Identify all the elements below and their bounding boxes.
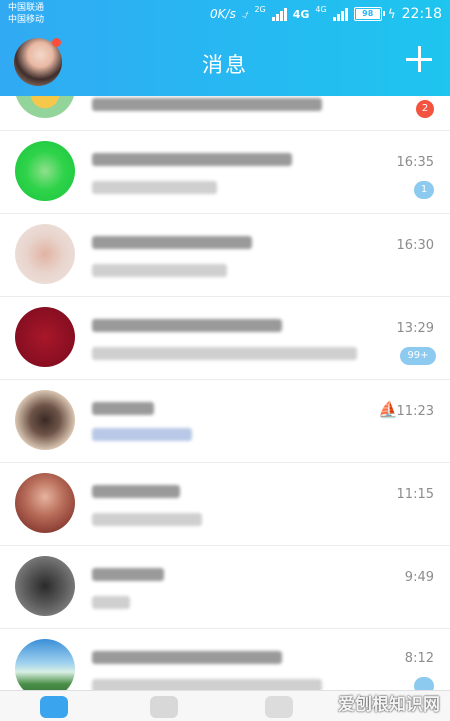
chat-list[interactable]: 2 16:35 1 16:30 13:29 99+ ⛵ 11:23 11:15 <box>0 96 450 690</box>
contact-avatar <box>15 473 75 533</box>
notification-dot <box>52 38 61 47</box>
mute-icon: ⍻ <box>241 6 249 21</box>
contact-name <box>92 568 164 581</box>
watermark: 爱刨根知识网 <box>338 695 440 715</box>
contact-name <box>92 98 322 111</box>
last-message <box>92 596 130 609</box>
sailboat-icon: ⛵ <box>378 400 398 419</box>
network-type-4g-1: 4G <box>292 7 310 21</box>
unread-badge: 1 <box>414 181 434 199</box>
message-time: 11:23 <box>396 404 434 419</box>
network-type-2g: 2G <box>254 4 266 14</box>
message-time: 9:49 <box>404 570 434 585</box>
explore-tab-icon[interactable] <box>265 696 293 718</box>
header-bar: 中国联通 中国移动 0K/s ⍻ 2G 4G 4G 98 ϟ 22:18 消息 <box>0 0 450 96</box>
message-time: 8:12 <box>404 651 434 666</box>
contact-avatar <box>15 556 75 616</box>
last-message <box>92 181 217 194</box>
chat-row[interactable]: ⛵ 11:23 <box>0 380 450 463</box>
contact-name <box>92 236 252 249</box>
last-message <box>92 264 227 277</box>
contact-name <box>92 319 282 332</box>
contact-name <box>92 485 180 498</box>
contact-avatar <box>15 96 75 118</box>
chat-row[interactable]: 2 <box>0 96 450 131</box>
last-message <box>92 347 357 360</box>
plus-icon[interactable] <box>406 46 432 72</box>
clock: 22:18 <box>401 6 442 22</box>
chat-row[interactable]: 16:30 <box>0 214 450 297</box>
chat-row[interactable]: 13:29 99+ <box>0 297 450 380</box>
message-time: 16:30 <box>396 238 434 253</box>
carrier-2-label: 中国移动 <box>8 15 45 25</box>
page-title: 消息 <box>202 53 248 77</box>
chat-row[interactable]: 16:35 1 <box>0 131 450 214</box>
last-message <box>92 679 322 690</box>
contact-avatar <box>15 639 75 690</box>
chat-row[interactable]: 8:12 <box>0 629 450 690</box>
message-tab-icon[interactable] <box>40 696 68 718</box>
battery-level: 98 <box>355 9 380 19</box>
charging-icon: ϟ <box>387 7 396 21</box>
chat-row[interactable]: 9:49 <box>0 546 450 629</box>
status-right: 0K/s ⍻ 2G 4G 4G 98 ϟ 22:18 <box>210 4 442 23</box>
battery-icon: 98 <box>353 7 385 21</box>
contact-name <box>92 402 154 415</box>
contact-avatar <box>15 224 75 284</box>
last-message <box>92 428 192 441</box>
contact-name <box>92 651 282 664</box>
unread-badge: 2 <box>416 100 434 118</box>
last-message <box>92 513 202 526</box>
carrier-1-label: 中国联通 <box>8 3 45 13</box>
message-time: 13:29 <box>396 321 434 336</box>
message-time: 16:35 <box>396 155 434 170</box>
network-speed: 0K/s <box>210 7 236 21</box>
contacts-tab-icon[interactable] <box>150 696 178 718</box>
message-time: 11:15 <box>396 487 434 502</box>
contact-name <box>92 153 292 166</box>
contact-avatar <box>15 390 75 450</box>
signal-1-icon <box>271 7 287 21</box>
contact-avatar <box>15 307 75 367</box>
unread-badge <box>414 677 434 690</box>
status-bar: 中国联通 中国移动 0K/s ⍻ 2G 4G 4G 98 ϟ 22:18 <box>0 0 450 30</box>
chat-row[interactable]: 11:15 <box>0 463 450 546</box>
unread-badge: 99+ <box>400 347 436 365</box>
signal-2-icon <box>332 7 348 21</box>
network-type-4g-2: 4G <box>315 4 327 14</box>
contact-avatar <box>15 141 75 201</box>
